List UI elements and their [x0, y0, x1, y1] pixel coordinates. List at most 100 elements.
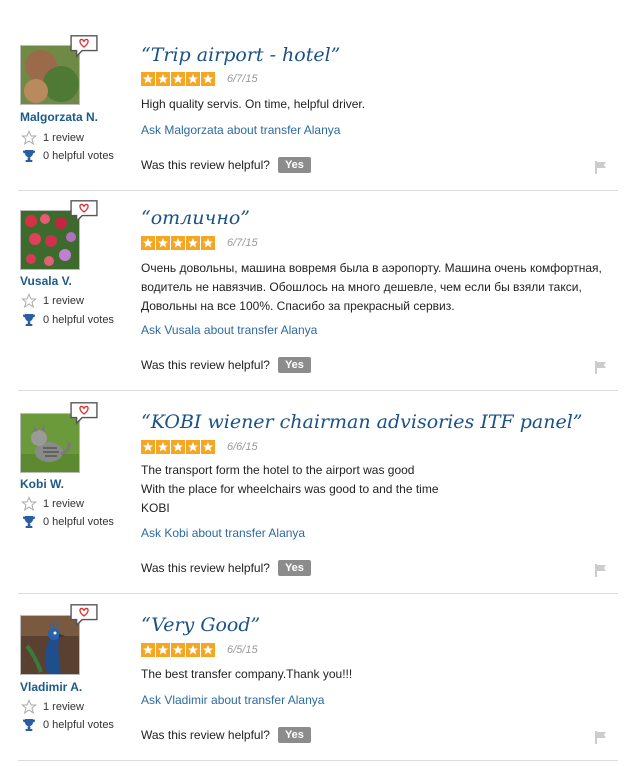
star-icon [156, 643, 170, 657]
helpful-votes-count: 0 helpful votes [43, 719, 114, 731]
yes-button[interactable]: Yes [277, 357, 311, 373]
ask-reviewer-link[interactable]: Ask Malgorzata about transfer Alanya [141, 123, 340, 137]
review-body: Очень довольны, машина вовремя была в аэ… [141, 259, 611, 316]
helpful-votes-row: 0 helpful votes [20, 148, 114, 164]
review-date: 6/7/15 [227, 237, 258, 249]
ask-reviewer-link[interactable]: Ask Kobi about transfer Alanya [141, 526, 305, 540]
helpful-row: Was this review helpful? Yes [141, 727, 311, 743]
ask-reviewer-link[interactable]: Ask Vladimir about transfer Alanya [141, 693, 324, 707]
review-text-line: The transport form the hotel to the airp… [141, 463, 415, 477]
star-outline-icon [20, 699, 38, 715]
review-divider [18, 190, 618, 191]
star-icon [141, 643, 155, 657]
star-icon [141, 440, 155, 454]
helpful-votes-count: 0 helpful votes [43, 516, 114, 528]
yes-button[interactable]: Yes [277, 727, 311, 743]
review-title[interactable]: “отлично” [141, 207, 250, 229]
helpful-votes-count: 0 helpful votes [43, 150, 114, 162]
review-count[interactable]: 1 review [43, 295, 84, 307]
star-rating [141, 236, 216, 250]
star-outline-icon [20, 496, 38, 512]
star-icon [171, 72, 185, 86]
helpful-votes-row: 0 helpful votes [20, 514, 114, 530]
helpful-prompt: Was this review helpful? [141, 158, 270, 172]
helpful-votes-row: 0 helpful votes [20, 717, 114, 733]
review-text-line: KOBI [141, 501, 170, 515]
star-outline-icon [20, 130, 38, 146]
helpful-votes-count: 0 helpful votes [43, 314, 114, 326]
reviewer-username[interactable]: Malgorzata N. [20, 110, 98, 124]
flag-icon[interactable] [594, 360, 608, 374]
star-rating [141, 440, 216, 454]
helpful-row: Was this review helpful? Yes [141, 157, 311, 173]
trophy-icon [20, 514, 38, 530]
review-count[interactable]: 1 review [43, 132, 84, 144]
review-count-row: 1 review [20, 130, 84, 146]
star-icon [171, 440, 185, 454]
star-icon [186, 440, 200, 454]
review-divider [18, 390, 618, 391]
ask-reviewer-link[interactable]: Ask Vusala about transfer Alanya [141, 323, 317, 337]
star-icon [186, 643, 200, 657]
reviewer-username[interactable]: Vusala V. [20, 274, 72, 288]
review-title[interactable]: “Very Good” [141, 614, 260, 636]
helpful-row: Was this review helpful? Yes [141, 560, 311, 576]
yes-button[interactable]: Yes [277, 157, 311, 173]
speech-bubble-heart-icon [70, 402, 98, 425]
star-icon [201, 643, 215, 657]
star-icon [156, 72, 170, 86]
reviewer-username[interactable]: Kobi W. [20, 477, 64, 491]
star-icon [141, 72, 155, 86]
review-count-row: 1 review [20, 699, 84, 715]
star-rating [141, 72, 216, 86]
star-icon [141, 236, 155, 250]
trophy-icon [20, 717, 38, 733]
helpful-prompt: Was this review helpful? [141, 561, 270, 575]
review-date: 6/5/15 [227, 644, 258, 656]
helpful-prompt: Was this review helpful? [141, 728, 270, 742]
review-divider [18, 760, 618, 761]
review-divider [18, 593, 618, 594]
flag-icon[interactable] [594, 730, 608, 744]
reviewer-username[interactable]: Vladimir A. [20, 680, 82, 694]
review-count[interactable]: 1 review [43, 498, 84, 510]
star-icon [171, 643, 185, 657]
helpful-prompt: Was this review helpful? [141, 358, 270, 372]
trophy-icon [20, 312, 38, 328]
rating-row: 6/7/15 [141, 72, 258, 86]
flag-icon[interactable] [594, 160, 608, 174]
review-count-row: 1 review [20, 293, 84, 309]
star-icon [201, 440, 215, 454]
speech-bubble-heart-icon [70, 604, 98, 627]
review-body: The best transfer company.Thank you!!! [141, 665, 616, 684]
star-icon [186, 236, 200, 250]
review-count-row: 1 review [20, 496, 84, 512]
rating-row: 6/5/15 [141, 643, 258, 657]
helpful-votes-row: 0 helpful votes [20, 312, 114, 328]
review-title[interactable]: “KOBI wiener chairman advisories ITF pan… [141, 411, 583, 433]
speech-bubble-heart-icon [70, 35, 98, 58]
review-text-line: With the place for wheelchairs was good … [141, 482, 439, 496]
review-text: The best transfer company.Thank you!!! [141, 667, 353, 681]
star-icon [201, 72, 215, 86]
star-rating [141, 643, 216, 657]
rating-row: 6/7/15 [141, 236, 258, 250]
review-body: High quality servis. On time, helpful dr… [141, 95, 616, 114]
star-icon [156, 440, 170, 454]
review-date: 6/7/15 [227, 73, 258, 85]
review-body: The transport form the hotel to the airp… [141, 461, 616, 518]
review-text: High quality servis. On time, helpful dr… [141, 97, 366, 111]
rating-row: 6/6/15 [141, 440, 258, 454]
star-outline-icon [20, 293, 38, 309]
speech-bubble-heart-icon [70, 200, 98, 223]
star-icon [201, 236, 215, 250]
yes-button[interactable]: Yes [277, 560, 311, 576]
review-text: Очень довольны, машина вовремя была в аэ… [141, 261, 602, 313]
flag-icon[interactable] [594, 563, 608, 577]
review-title[interactable]: “Trip airport - hotel” [141, 44, 340, 66]
helpful-row: Was this review helpful? Yes [141, 357, 311, 373]
review-date: 6/6/15 [227, 441, 258, 453]
review-count[interactable]: 1 review [43, 701, 84, 713]
star-icon [186, 72, 200, 86]
trophy-icon [20, 148, 38, 164]
